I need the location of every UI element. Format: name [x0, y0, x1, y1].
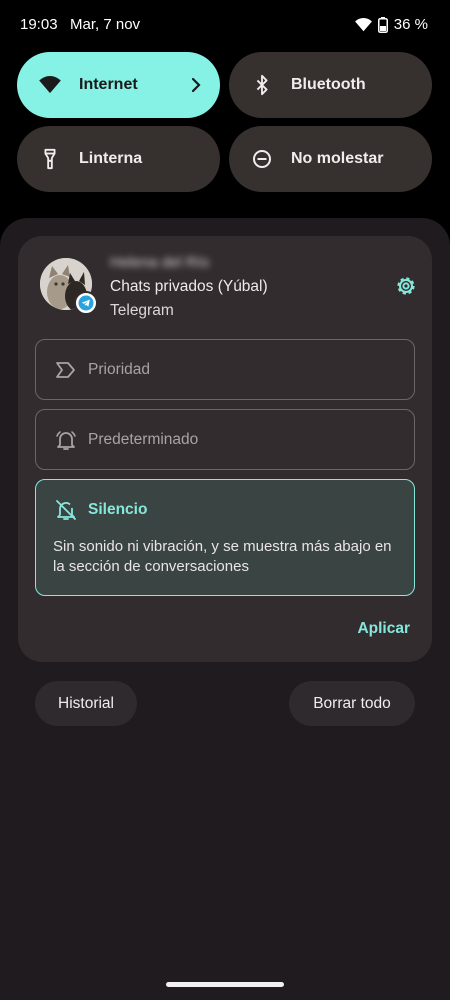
status-time: 19:03: [20, 16, 58, 33]
bluetooth-icon: [251, 74, 273, 96]
option-description: Sin sonido ni vibración, y se muestra má…: [53, 538, 392, 575]
battery-percent: 36 %: [393, 16, 428, 33]
sender-name: Helena del Río: [110, 254, 210, 271]
gear-icon[interactable]: [394, 274, 418, 298]
clear-all-button[interactable]: Borrar todo: [289, 681, 415, 726]
tile-bluetooth[interactable]: Bluetooth: [229, 52, 432, 118]
tile-label: Bluetooth: [291, 76, 366, 93]
apply-button[interactable]: Aplicar: [357, 620, 410, 638]
wifi-status-icon: [354, 17, 372, 32]
status-bar: 19:03 Mar, 7 nov 36 %: [0, 0, 450, 50]
app-name: Telegram: [110, 302, 174, 319]
option-label: Silencio: [88, 501, 148, 518]
telegram-badge-icon: [74, 291, 98, 315]
status-icons: 36 %: [354, 16, 428, 33]
history-label: Historial: [58, 694, 114, 712]
chat-name: Chats privados (Yúbal): [110, 278, 268, 295]
battery-icon: [377, 16, 388, 33]
option-label: Prioridad: [88, 361, 151, 378]
status-date: Mar, 7 nov: [70, 16, 141, 33]
history-button[interactable]: Historial: [35, 681, 137, 726]
tile-internet[interactable]: Internet: [17, 52, 220, 118]
chevron-right-icon: [190, 75, 202, 100]
option-silent[interactable]: Silencio Sin sonido ni vibración, y se m…: [35, 479, 415, 596]
option-priority[interactable]: Prioridad: [35, 339, 415, 400]
priority-icon: [54, 358, 78, 382]
flashlight-icon: [39, 148, 61, 170]
tile-label: Linterna: [79, 150, 143, 167]
bell-off-icon: [54, 498, 78, 522]
tile-do-not-disturb[interactable]: No molestar: [229, 126, 432, 192]
wifi-icon: [39, 74, 61, 96]
clear-all-label: Borrar todo: [313, 694, 391, 712]
gesture-nav-bar[interactable]: [166, 982, 284, 987]
tile-label: No molestar: [291, 150, 384, 167]
bell-icon: [54, 428, 78, 452]
do-not-disturb-icon: [251, 148, 273, 170]
option-label: Predeterminado: [88, 431, 199, 448]
tile-label: Internet: [79, 76, 138, 93]
option-default[interactable]: Predeterminado: [35, 409, 415, 470]
tile-flashlight[interactable]: Linterna: [17, 126, 220, 192]
